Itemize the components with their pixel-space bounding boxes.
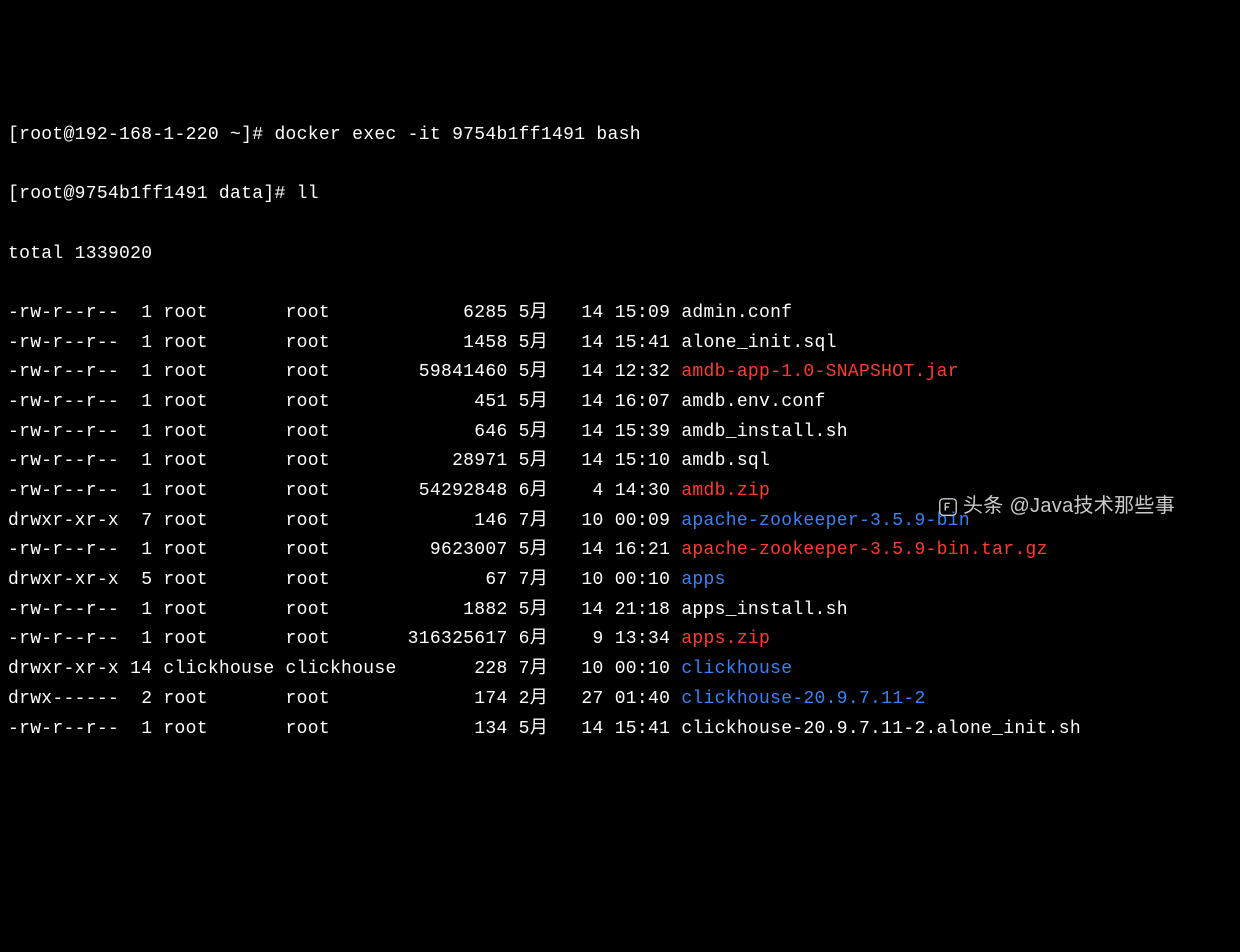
file-row: -rw-r--r-- 1 root root 28971 5月 14 15:10… — [8, 447, 1232, 477]
file-name: alone_init.sql — [681, 333, 836, 353]
file-meta: -rw-r--r-- 1 root root 54292848 6月 4 14:… — [8, 481, 681, 501]
file-row: -rw-r--r-- 1 root root 316325617 6月 9 13… — [8, 625, 1232, 655]
file-name: clickhouse-20.9.7.11-2 — [681, 689, 925, 709]
file-name: apps_install.sh — [681, 600, 848, 620]
file-meta: -rw-r--r-- 1 root root 134 5月 14 15:41 — [8, 719, 681, 739]
file-meta: -rw-r--r-- 1 root root 1458 5月 14 15:41 — [8, 333, 681, 353]
file-name: amdb_install.sh — [681, 422, 848, 442]
file-name: apache-zookeeper-3.5.9-bin — [681, 511, 970, 531]
file-row: -rw-r--r-- 1 root root 59841460 5月 14 12… — [8, 358, 1232, 388]
file-meta: drwxr-xr-x 7 root root 146 7月 10 00:09 — [8, 511, 681, 531]
total-line: total 1339020 — [8, 240, 1232, 270]
file-row: -rw-r--r-- 1 root root 9623007 5月 14 16:… — [8, 536, 1232, 566]
file-name: amdb.zip — [681, 481, 770, 501]
file-row: -rw-r--r-- 1 root root 646 5月 14 15:39 a… — [8, 418, 1232, 448]
file-name: amdb.env.conf — [681, 392, 825, 412]
prompt-line-2: [root@9754b1ff1491 data]# ll — [8, 180, 1232, 210]
file-row: drwxr-xr-x 7 root root 146 7月 10 00:09 a… — [8, 507, 1232, 537]
file-name: amdb-app-1.0-SNAPSHOT.jar — [681, 362, 959, 382]
file-meta: drwx------ 2 root root 174 2月 27 01:40 — [8, 689, 681, 709]
file-meta: -rw-r--r-- 1 root root 1882 5月 14 21:18 — [8, 600, 681, 620]
file-row: -rw-r--r-- 1 root root 1882 5月 14 21:18 … — [8, 596, 1232, 626]
file-row: -rw-r--r-- 1 root root 1458 5月 14 15:41 … — [8, 329, 1232, 359]
file-row: -rw-r--r-- 1 root root 451 5月 14 16:07 a… — [8, 388, 1232, 418]
file-row: drwx------ 2 root root 174 2月 27 01:40 c… — [8, 685, 1232, 715]
file-row: -rw-r--r-- 1 root root 134 5月 14 15:41 c… — [8, 715, 1232, 745]
file-row: drwxr-xr-x 5 root root 67 7月 10 00:10 ap… — [8, 566, 1232, 596]
file-meta: -rw-r--r-- 1 root root 59841460 5月 14 12… — [8, 362, 681, 382]
file-name: admin.conf — [681, 303, 792, 323]
file-name: clickhouse — [681, 659, 792, 679]
file-meta: -rw-r--r-- 1 root root 6285 5月 14 15:09 — [8, 303, 681, 323]
directory-listing: -rw-r--r-- 1 root root 6285 5月 14 15:09 … — [8, 299, 1232, 744]
prompt-line-1: [root@192-168-1-220 ~]# docker exec -it … — [8, 121, 1232, 151]
file-name: amdb.sql — [681, 451, 770, 471]
file-row: -rw-r--r-- 1 root root 54292848 6月 4 14:… — [8, 477, 1232, 507]
file-meta: -rw-r--r-- 1 root root 316325617 6月 9 13… — [8, 629, 681, 649]
file-meta: drwxr-xr-x 14 clickhouse clickhouse 228 … — [8, 659, 681, 679]
file-name: apps.zip — [681, 629, 770, 649]
file-meta: -rw-r--r-- 1 root root 9623007 5月 14 16:… — [8, 540, 681, 560]
file-meta: drwxr-xr-x 5 root root 67 7月 10 00:10 — [8, 570, 681, 590]
file-meta: -rw-r--r-- 1 root root 451 5月 14 16:07 — [8, 392, 681, 412]
file-name: apps — [681, 570, 725, 590]
file-row: drwxr-xr-x 14 clickhouse clickhouse 228 … — [8, 655, 1232, 685]
file-name: apache-zookeeper-3.5.9-bin.tar.gz — [681, 540, 1047, 560]
file-meta: -rw-r--r-- 1 root root 646 5月 14 15:39 — [8, 422, 681, 442]
file-meta: -rw-r--r-- 1 root root 28971 5月 14 15:10 — [8, 451, 681, 471]
file-name: clickhouse-20.9.7.11-2.alone_init.sh — [681, 719, 1081, 739]
file-row: -rw-r--r-- 1 root root 6285 5月 14 15:09 … — [8, 299, 1232, 329]
